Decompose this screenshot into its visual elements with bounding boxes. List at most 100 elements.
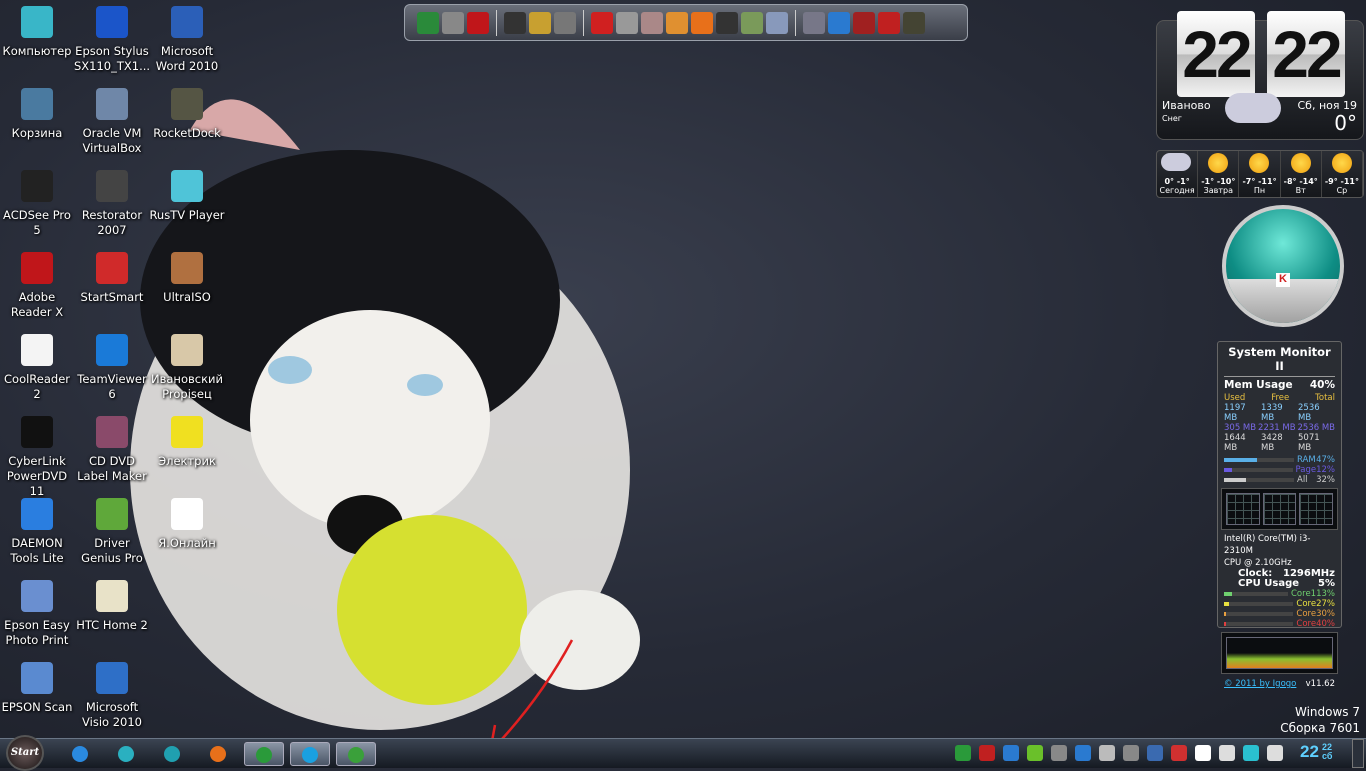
app-icon: [96, 334, 128, 366]
dock-app-icon[interactable]: [903, 11, 925, 34]
dock-app-icon[interactable]: [828, 11, 850, 34]
desktop-icon-label: Microsoft Visio 2010: [82, 700, 142, 729]
skype-icon: [302, 747, 318, 763]
desktop-icon-label: RocketDock: [153, 126, 221, 140]
taskbar: Start 22 22 сб: [0, 735, 1366, 771]
dock-app-icon[interactable]: [716, 11, 738, 34]
dock-app-icon[interactable]: [666, 11, 688, 34]
dock-app-icon[interactable]: [853, 11, 875, 34]
desktop-icon[interactable]: CoolReader 2: [0, 330, 75, 402]
desktop-icon[interactable]: RusTV Player: [149, 166, 225, 223]
desktop-icon[interactable]: Компьютер: [0, 2, 75, 59]
tray-icon[interactable]: [1171, 745, 1187, 761]
desktop-icon[interactable]: ACDSee Pro 5: [0, 166, 75, 238]
tray-icon[interactable]: [979, 745, 995, 761]
tray-icon[interactable]: [1099, 745, 1115, 761]
taskbar-internet-explorer[interactable]: [60, 742, 100, 766]
system-tray: [955, 745, 1283, 761]
tray-icon[interactable]: [1051, 745, 1067, 761]
forecast-temps: -8° -14°: [1283, 177, 1318, 186]
mem-cell: 1197 MB: [1224, 403, 1246, 423]
start-button[interactable]: Start: [6, 735, 44, 771]
sysmon-credit-link[interactable]: © 2011 by Igogo: [1224, 677, 1296, 691]
taskbar-printer[interactable]: [106, 742, 146, 766]
dock-app-icon[interactable]: [616, 11, 638, 34]
mem-row: 305 MB 2231 MB 2536 MB: [1218, 423, 1341, 433]
tray-icon[interactable]: [1147, 745, 1163, 761]
sysmon-version: v11.62: [1305, 679, 1335, 689]
desktop-icon[interactable]: Электрик: [149, 412, 225, 469]
desktop-icon-label: Корзина: [11, 126, 63, 140]
desktop-icon[interactable]: HTC Home 2: [74, 576, 150, 633]
desktop-icon[interactable]: Ивановский Propisец: [149, 330, 225, 402]
sysmon-title: System Monitor II: [1224, 342, 1335, 377]
desktop-icon[interactable]: Adobe Reader X: [0, 248, 75, 320]
dock-app-icon[interactable]: [417, 11, 439, 34]
dock-app-icon[interactable]: [591, 11, 613, 34]
tray-icon[interactable]: [1027, 745, 1043, 761]
tray-icon[interactable]: [1267, 745, 1283, 761]
sun-icon: [1290, 153, 1311, 173]
firefox-icon: [210, 746, 226, 762]
kaspersky-icon: K: [1276, 273, 1290, 287]
app-icon: [21, 580, 53, 612]
desktop-icon[interactable]: Driver Genius Pro: [74, 494, 150, 566]
desktop-icon[interactable]: RocketDock: [149, 84, 225, 141]
app-icon: [21, 416, 53, 448]
desktop-icon[interactable]: Epson Stylus SX110_TX1...: [74, 2, 150, 74]
desktop-icon-label: Driver Genius Pro: [81, 536, 143, 565]
taskbar-media-player[interactable]: [152, 742, 192, 766]
dock-app-icon[interactable]: [554, 11, 576, 34]
taskbar-utorrent[interactable]: [244, 742, 284, 766]
dock-app-icon[interactable]: [641, 11, 663, 34]
desktop-icon[interactable]: CD DVD Label Maker: [74, 412, 150, 484]
dock-app-icon[interactable]: [766, 11, 788, 34]
tray-icon[interactable]: [1075, 745, 1091, 761]
sun-cloud-icon: [1249, 153, 1270, 173]
dock-app-icon[interactable]: [467, 11, 489, 34]
dock-app-icon[interactable]: [442, 11, 464, 34]
forecast-day-label: Сегодня: [1159, 186, 1195, 195]
tray-clock[interactable]: 22 22 сб: [1300, 742, 1332, 762]
desktop-icon-label: Epson Stylus SX110_TX1...: [74, 44, 151, 73]
dock-app-icon[interactable]: [741, 11, 763, 34]
desktop-icon[interactable]: CyberLink PowerDVD 11: [0, 412, 75, 499]
desktop-icon[interactable]: UltraISO: [149, 248, 225, 305]
desktop-icon-label: EPSON Scan: [1, 700, 73, 714]
desktop-icon[interactable]: DAEMON Tools Lite: [0, 494, 75, 566]
tray-icon[interactable]: [1243, 745, 1259, 761]
tray-icon[interactable]: [1123, 745, 1139, 761]
taskbar-firefox[interactable]: [198, 742, 238, 766]
desktop-icon[interactable]: Microsoft Visio 2010: [74, 658, 150, 730]
dock-app-icon[interactable]: [529, 11, 551, 34]
desktop-icon[interactable]: StartSmart: [74, 248, 150, 305]
tray-icon[interactable]: [955, 745, 971, 761]
tray-icon[interactable]: [1195, 745, 1211, 761]
tray-icon[interactable]: [1003, 745, 1019, 761]
desktop-icon[interactable]: Oracle VM VirtualBox: [74, 84, 150, 156]
desktop-icon[interactable]: Корзина: [0, 84, 75, 141]
usage-pct: 7%: [1321, 599, 1336, 609]
show-desktop-button[interactable]: [1352, 739, 1364, 768]
desktop-icon[interactable]: Microsoft Word 2010: [149, 2, 225, 74]
tray-icon[interactable]: [1219, 745, 1235, 761]
dock-app-icon[interactable]: [504, 11, 526, 34]
dock-app-icon[interactable]: [803, 11, 825, 34]
dock-app-icon[interactable]: [878, 11, 900, 34]
usage-bar: [1224, 612, 1294, 616]
mem-cell: 3428 MB: [1261, 433, 1283, 453]
dock-app-icon[interactable]: [691, 11, 713, 34]
cpu-graph: [1221, 632, 1338, 674]
app-icon: [21, 88, 53, 120]
kaspersky-gadget[interactable]: K: [1222, 205, 1344, 327]
taskbar-yandex-online[interactable]: [336, 742, 376, 766]
desktop-icon-label: ACDSee Pro 5: [3, 208, 71, 237]
desktop-icon[interactable]: Restorator 2007: [74, 166, 150, 238]
usage-label: Core1: [1291, 589, 1317, 599]
desktop-icon[interactable]: Epson Easy Photo Print: [0, 576, 75, 648]
cpu-usage-pct: 5%: [1318, 578, 1335, 589]
desktop-icon[interactable]: TeamViewer 6: [74, 330, 150, 402]
desktop-icon[interactable]: EPSON Scan: [0, 658, 75, 715]
desktop-icon[interactable]: Я.Онлайн: [149, 494, 225, 551]
taskbar-skype[interactable]: [290, 742, 330, 766]
